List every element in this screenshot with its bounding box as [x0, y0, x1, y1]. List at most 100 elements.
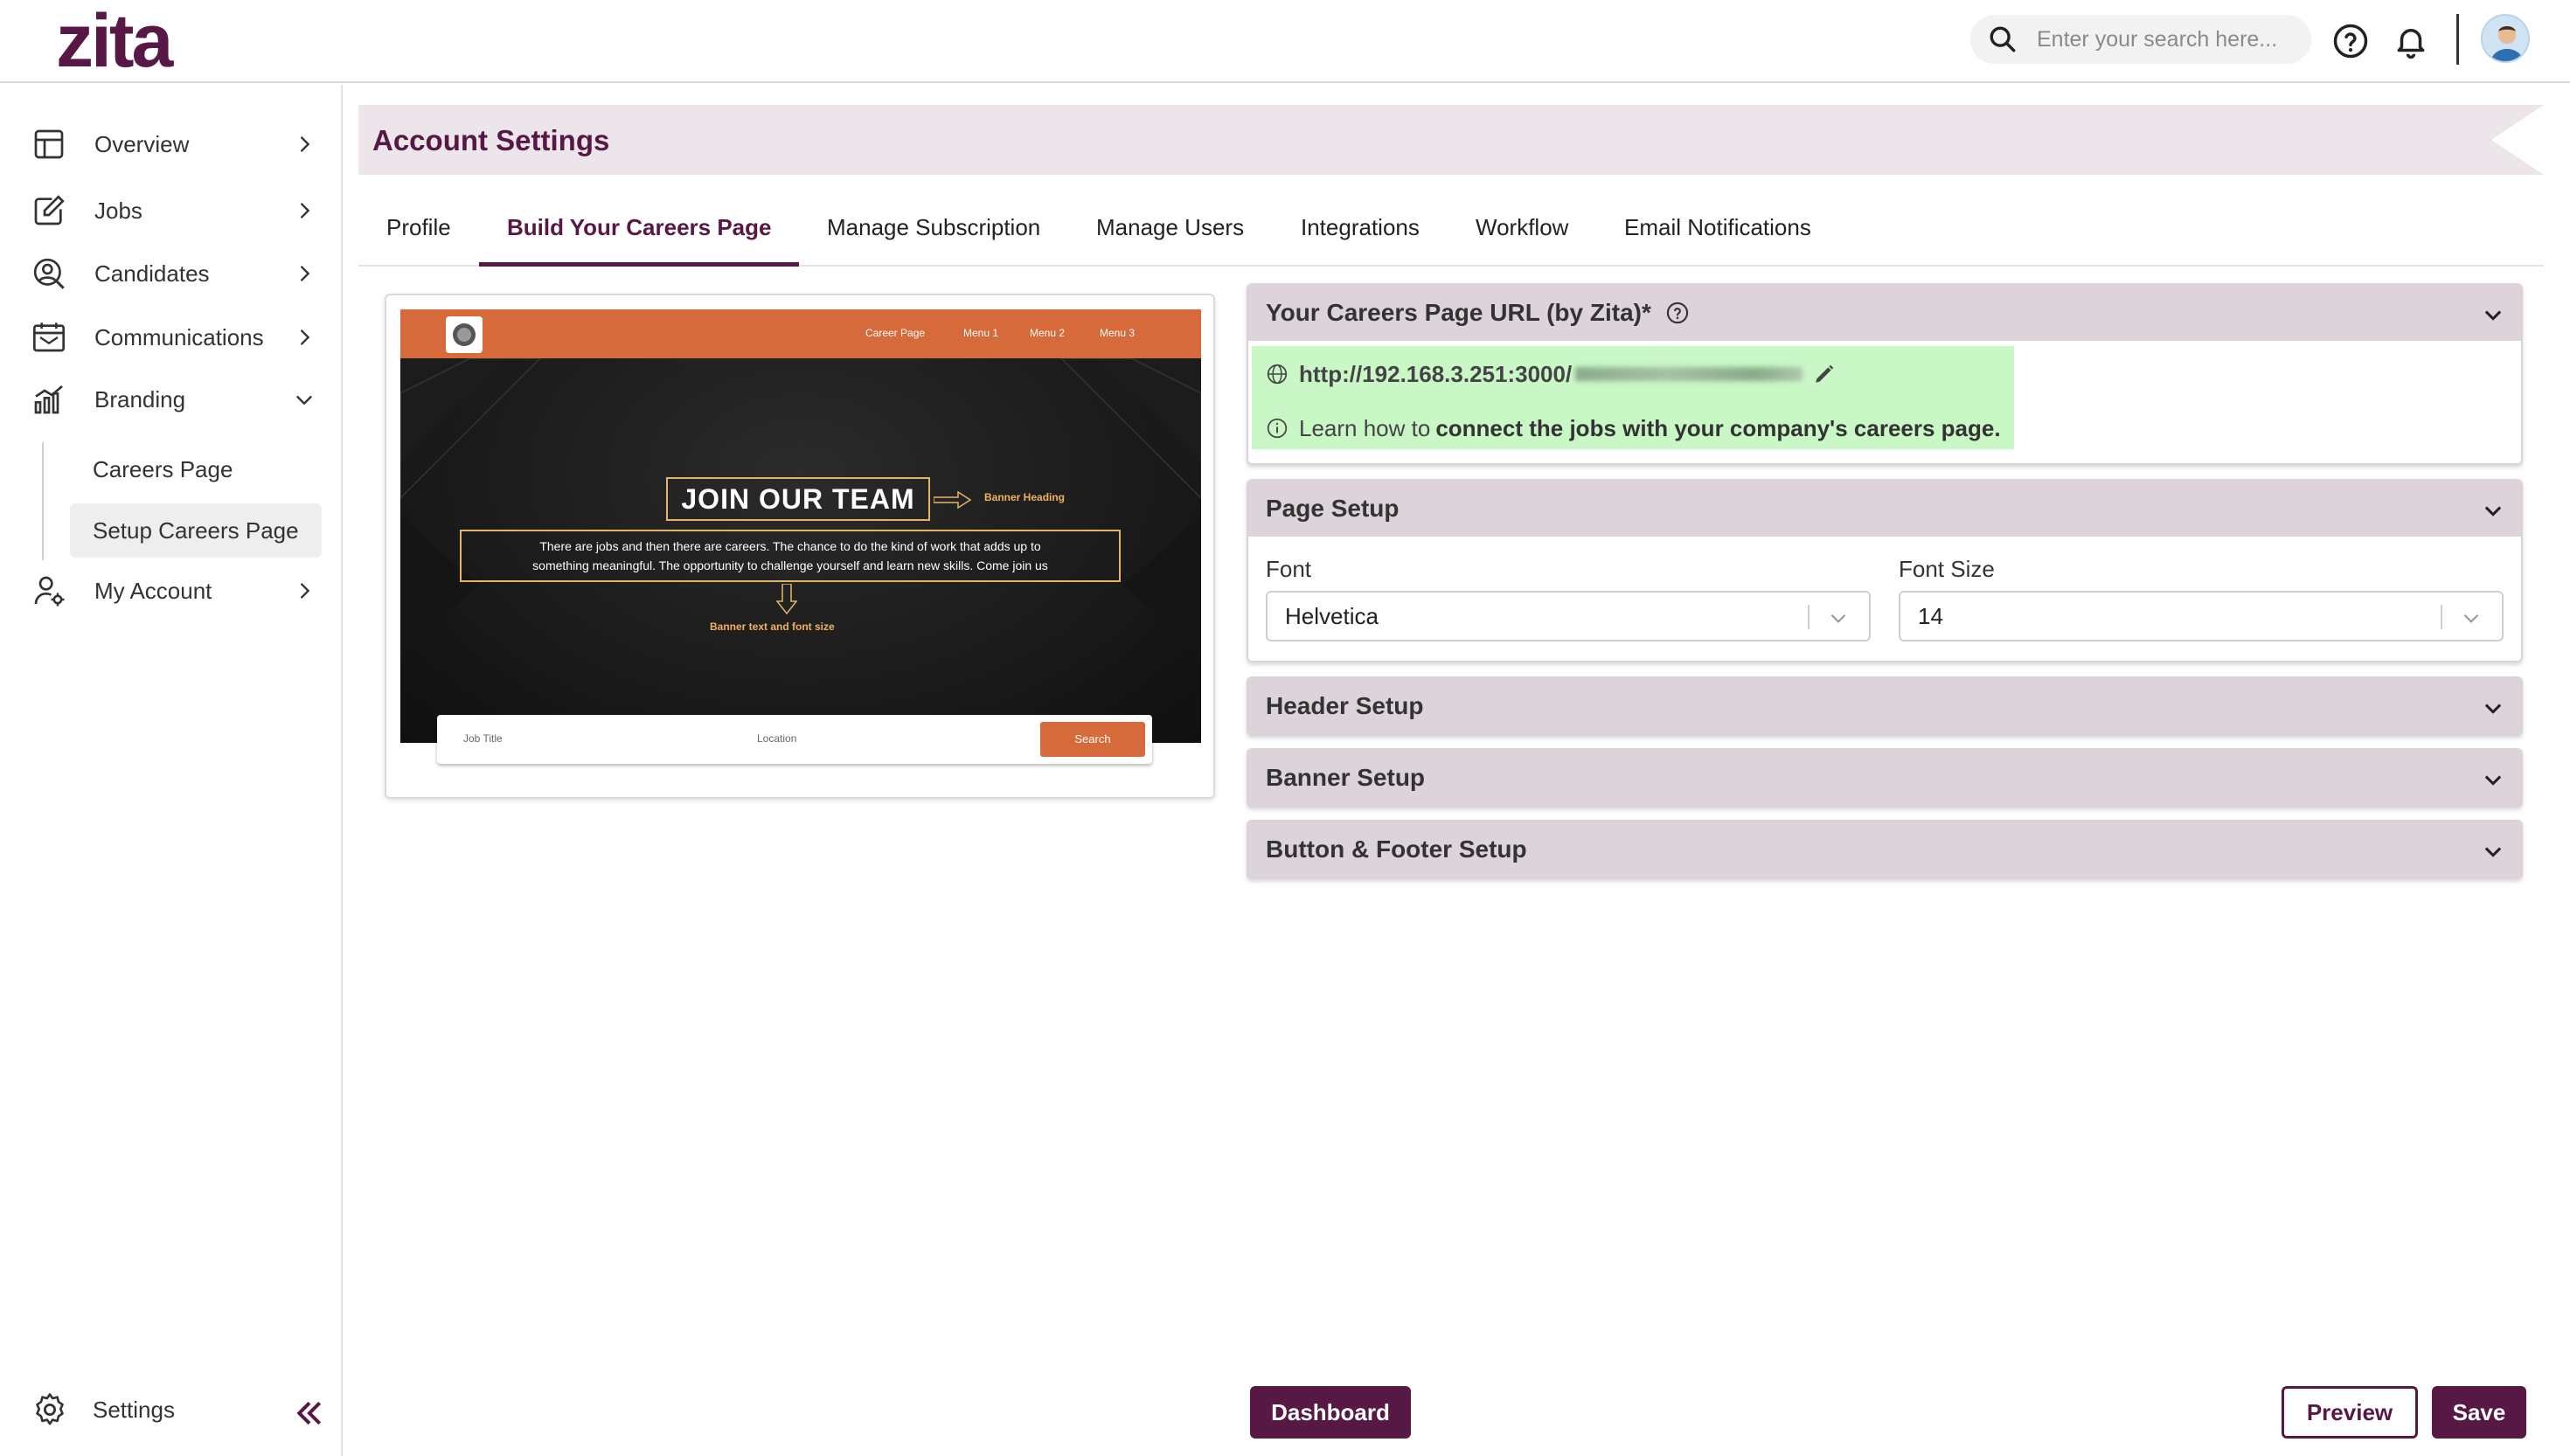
sidebar-item-jobs[interactable]: Jobs: [31, 186, 320, 235]
globe-icon: [1267, 364, 1288, 385]
chevron-down-icon[interactable]: [2481, 302, 2505, 327]
chevron-down-icon: [296, 395, 312, 406]
search-icon: [1990, 26, 2016, 52]
chevron-right-icon: [300, 266, 310, 281]
sidebar-item-label: Overview: [94, 130, 190, 157]
chevron-down-icon: [2463, 614, 2479, 623]
banner-setup-header[interactable]: Banner Setup: [1248, 750, 2521, 806]
tab-manage-users[interactable]: Manage Users: [1096, 214, 1244, 267]
branding-icon: [34, 385, 63, 414]
sidebar-item-overview[interactable]: Overview: [31, 120, 320, 169]
tab-integrations[interactable]: Integrations: [1301, 214, 1420, 267]
banner-text-line: something meaningful. The opportunity to…: [532, 558, 1048, 572]
careers-url-panel: Your Careers Page URL (by Zita)* http://…: [1247, 283, 2523, 465]
info-icon: [1267, 418, 1288, 439]
careers-url-link[interactable]: http://192.168.3.251:3000/: [1299, 361, 1572, 388]
preview-menu-1: Menu 1: [963, 327, 999, 339]
header-setup-header[interactable]: Header Setup: [1248, 678, 2521, 734]
careers-url-row: http://192.168.3.251:3000/: [1266, 357, 2014, 392]
gear-icon: [36, 1393, 64, 1425]
sidebar-item-label: Jobs: [94, 197, 142, 224]
page-setup-header[interactable]: Page Setup: [1248, 481, 2521, 537]
preview-banner-text: There are jobs and then there are career…: [460, 530, 1121, 582]
sidebar-item-label: Candidates: [94, 260, 210, 287]
preview-search-button: Search: [1040, 722, 1145, 757]
sidebar-item-candidates[interactable]: Candidates: [31, 249, 320, 298]
tab-manage-subscription[interactable]: Manage Subscription: [827, 214, 1040, 267]
help-icon[interactable]: [2332, 23, 2369, 59]
settings-tabs: Profile Build Your Careers Page Manage S…: [358, 197, 2544, 267]
chevron-down-icon[interactable]: [2481, 839, 2505, 863]
preview-banner-heading: JOIN OUR TEAM: [666, 477, 930, 521]
tab-email-notifications[interactable]: Email Notifications: [1624, 214, 1811, 267]
header-setup-panel[interactable]: Header Setup: [1247, 676, 2523, 736]
learn-how-link[interactable]: connect the jobs with your company's car…: [1435, 415, 2000, 442]
banner-setup-panel[interactable]: Banner Setup: [1247, 748, 2523, 808]
button-footer-setup-title: Button & Footer Setup: [1266, 835, 1527, 863]
learn-how-prefix: Learn how to: [1299, 414, 1431, 441]
search-input[interactable]: [2037, 26, 2299, 52]
dashboard-button[interactable]: Dashboard: [1250, 1386, 1411, 1439]
careers-page-preview: Career Page Menu 1 Menu 2 Menu 3 JOIN OU…: [385, 294, 1215, 799]
top-bar: zita: [0, 0, 2570, 83]
banner-text-line: There are jobs and then there are career…: [539, 539, 1041, 553]
avatar-image: [2490, 26, 2525, 61]
page-setup-panel: Page Setup Font Helvetica Font Size 14: [1247, 479, 2523, 662]
button-footer-setup-panel[interactable]: Button & Footer Setup: [1247, 820, 2523, 879]
app-root: zita Overview Jobs Candidates: [0, 0, 2570, 1456]
preview-job-title: Job Title: [463, 732, 503, 745]
chevron-right-icon: [300, 329, 310, 345]
submenu-guide: [42, 442, 44, 560]
banner-heading-annotation: Banner Heading: [984, 491, 1066, 503]
sidebar-subitem-careers-page[interactable]: Careers Page: [70, 442, 322, 496]
preview-location: Location: [757, 732, 797, 745]
tab-profile[interactable]: Profile: [386, 214, 451, 267]
banner-setup-title: Banner Setup: [1266, 764, 1426, 791]
sidebar-item-my-account[interactable]: My Account: [31, 566, 320, 615]
careers-url-header[interactable]: Your Careers Page URL (by Zita)*: [1248, 285, 2521, 341]
arrow-down-icon: [776, 584, 797, 615]
tab-build-careers-page[interactable]: Build Your Careers Page: [479, 214, 800, 267]
arrow-right-icon: [934, 491, 972, 509]
chevron-right-icon: [300, 136, 310, 152]
overview-icon: [34, 129, 64, 159]
sidebar-subitem-setup-careers-page[interactable]: Setup Careers Page: [70, 503, 322, 558]
chevron-down-icon[interactable]: [2481, 767, 2505, 792]
learn-how-row: Learn how to connect the jobs with your …: [1266, 411, 2014, 446]
header-notch: [2491, 105, 2544, 175]
sidebar-item-branding[interactable]: Branding: [31, 375, 320, 424]
careers-url-title: Your Careers Page URL (by Zita)*: [1266, 299, 1651, 326]
avatar[interactable]: [2481, 14, 2530, 63]
topbar-divider: [2456, 14, 2459, 65]
preview-button[interactable]: Preview: [2282, 1386, 2418, 1439]
page-header: Account Settings: [358, 105, 2544, 175]
chevron-down-icon[interactable]: [2481, 696, 2505, 720]
careers-url-box: http://192.168.3.251:3000/ Learn how to …: [1252, 346, 2014, 449]
sidebar-item-label: Communications: [94, 323, 264, 350]
chevron-down-icon[interactable]: [2481, 498, 2505, 523]
tab-workflow[interactable]: Workflow: [1476, 214, 1568, 267]
save-button[interactable]: Save: [2432, 1386, 2526, 1439]
preview-banner: JOIN OUR TEAM Banner Heading There are j…: [400, 358, 1201, 743]
font-size-label: Font Size: [1899, 556, 1995, 582]
redacted-url-segment: [1575, 367, 1803, 381]
edit-pencil-icon[interactable]: [1813, 363, 1836, 385]
help-icon[interactable]: [1665, 301, 1690, 325]
bell-icon[interactable]: [2393, 23, 2429, 59]
candidates-icon: [33, 258, 65, 289]
chevron-right-icon: [300, 583, 310, 599]
font-size-select[interactable]: 14: [1899, 591, 2504, 641]
font-select[interactable]: Helvetica: [1266, 591, 1871, 641]
preview-menu-career-page: Career Page: [865, 327, 926, 339]
button-footer-setup-header[interactable]: Button & Footer Setup: [1248, 822, 2521, 877]
preview-logo-icon: [453, 323, 476, 346]
chevron-down-icon: [1830, 614, 1846, 623]
global-search[interactable]: [1970, 15, 2311, 64]
sidebar-item-settings[interactable]: Settings: [31, 1391, 175, 1428]
zita-logo[interactable]: zita: [56, 3, 173, 79]
font-label: Font: [1266, 556, 1312, 582]
collapse-sidebar-icon[interactable]: [292, 1396, 327, 1431]
sidebar-item-label: Branding: [94, 385, 186, 413]
sidebar-item-communications[interactable]: Communications: [31, 313, 320, 362]
header-setup-title: Header Setup: [1266, 692, 1424, 719]
